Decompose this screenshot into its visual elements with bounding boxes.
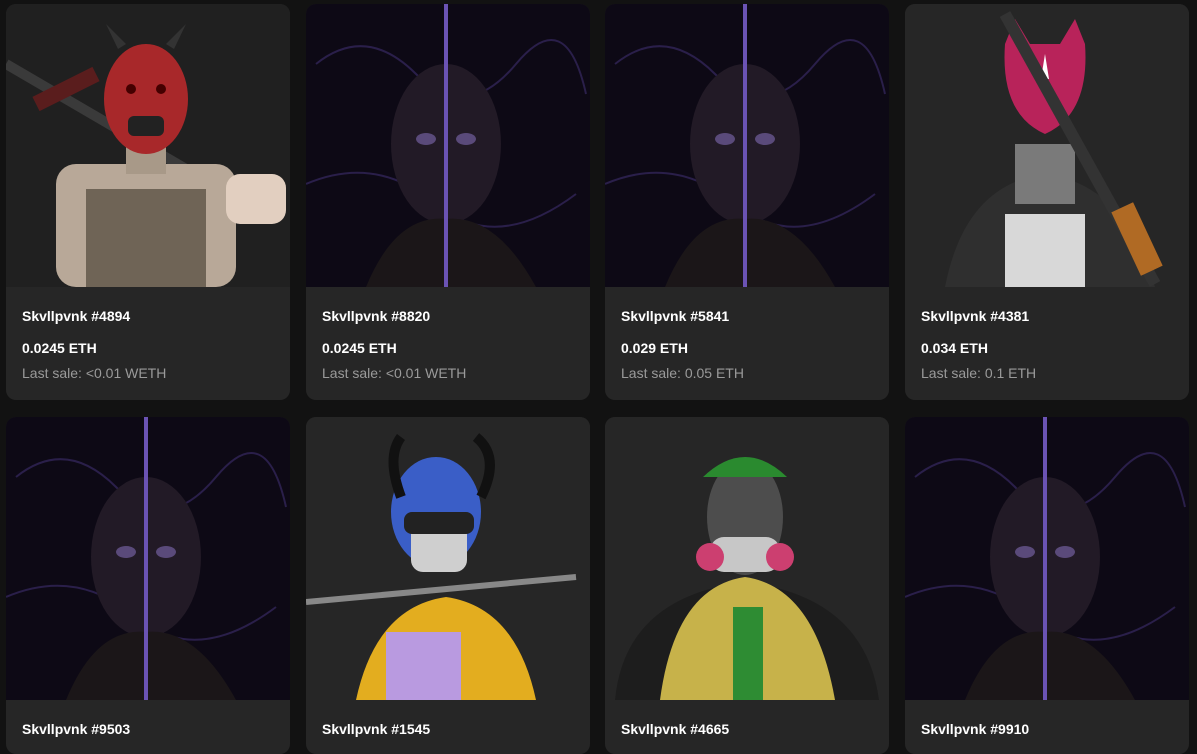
nft-image-fox-mask-rifle[interactable] [905, 4, 1189, 287]
nft-image-split-skull[interactable] [6, 417, 290, 700]
nft-image-split-skull[interactable] [306, 4, 590, 287]
nft-price: 0.0245 ETH [22, 340, 97, 356]
nft-card[interactable]: Skvllpvnk #9503 [6, 417, 290, 754]
nft-name: Skvllpvnk #9910 [921, 721, 1030, 737]
nft-name: Skvllpvnk #4894 [22, 308, 131, 324]
nft-card[interactable]: Skvllpvnk #4894 0.0245 ETH Last sale: <0… [6, 4, 290, 400]
nft-name: Skvllpvnk #9503 [22, 721, 131, 737]
nft-price: 0.029 ETH [621, 340, 688, 356]
nft-card[interactable]: Skvllpvnk #8820 0.0245 ETH Last sale: <0… [306, 4, 590, 400]
nft-card[interactable]: Skvllpvnk #9910 [905, 417, 1189, 754]
nft-name: Skvllpvnk #1545 [322, 721, 431, 737]
nft-card[interactable]: Skvllpvnk #1545 [306, 417, 590, 754]
nft-image-split-skull[interactable] [605, 4, 889, 287]
nft-image-horned-skull-katana[interactable] [306, 417, 590, 700]
nft-name: Skvllpvnk #5841 [621, 308, 730, 324]
nft-name: Skvllpvnk #8820 [322, 308, 431, 324]
nft-name: Skvllpvnk #4381 [921, 308, 1030, 324]
nft-image-split-skull[interactable] [905, 417, 1189, 700]
nft-card[interactable]: Skvllpvnk #5841 0.029 ETH Last sale: 0.0… [605, 4, 889, 400]
nft-card[interactable]: Skvllpvnk #4381 0.034 ETH Last sale: 0.1… [905, 4, 1189, 400]
nft-price: 0.0245 ETH [322, 340, 397, 356]
nft-card[interactable]: Skvllpvnk #4665 [605, 417, 889, 754]
nft-last-sale: Last sale: 0.1 ETH [921, 365, 1037, 381]
nft-last-sale: Last sale: <0.01 WETH [322, 365, 467, 381]
nft-name: Skvllpvnk #4665 [621, 721, 730, 737]
nft-last-sale: Last sale: <0.01 WETH [22, 365, 167, 381]
nft-image-gas-mask-jacket[interactable] [605, 417, 889, 700]
nft-price: 0.034 ETH [921, 340, 988, 356]
nft-grid: Skvllpvnk #4894 0.0245 ETH Last sale: <0… [0, 0, 1197, 754]
nft-last-sale: Last sale: 0.05 ETH [621, 365, 744, 381]
nft-image-demon-mask-soldier[interactable] [6, 4, 290, 287]
